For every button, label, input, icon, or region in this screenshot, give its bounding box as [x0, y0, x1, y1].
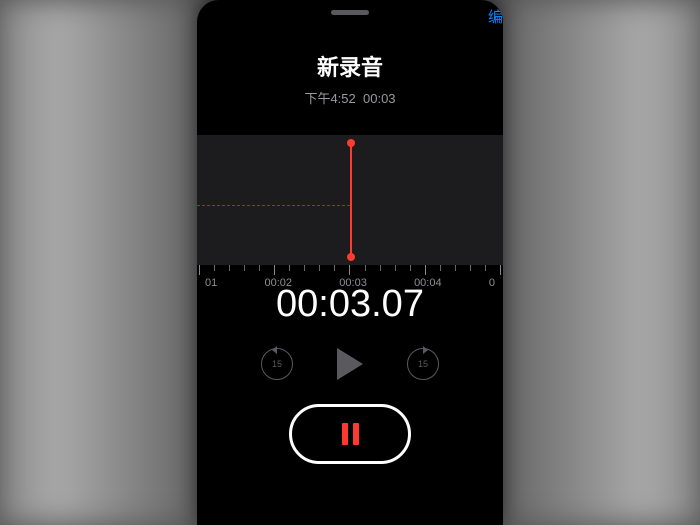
edit-button[interactable]: 编辑: [488, 6, 503, 27]
playback-controls: 15 15: [197, 348, 503, 380]
play-button[interactable]: [337, 348, 363, 380]
tick-label: 0: [489, 277, 495, 289]
pause-record-button[interactable]: [289, 404, 411, 464]
recording-title: 新录音: [197, 50, 503, 82]
tick-label: 01: [205, 277, 217, 289]
skip-forward-button[interactable]: 15: [407, 348, 439, 380]
waveform-trace: [197, 205, 350, 206]
time-ruler: 01 00:02 00:03 00:04 0: [197, 265, 503, 295]
skip-back-button[interactable]: 15: [261, 348, 293, 380]
tick-label: 00:02: [265, 277, 293, 289]
tick-label: 00:04: [414, 277, 442, 289]
playhead-handle-top[interactable]: [347, 139, 355, 147]
recording-duration: 00:03: [363, 91, 396, 106]
playhead-handle-bottom[interactable]: [347, 253, 355, 261]
recorder-sheet: 编辑 新录音 下午4:52 00:03 01 00:02 00:03 00:04…: [197, 0, 503, 525]
skip-forward-seconds: 15: [418, 359, 428, 369]
record-control-row: [197, 404, 503, 464]
ruler-labels: 01 00:02 00:03 00:04 0: [197, 277, 503, 289]
rewind-arrow-icon: [272, 346, 277, 354]
forward-arrow-icon: [423, 346, 428, 354]
skip-back-seconds: 15: [272, 359, 282, 369]
ruler-ticks: [197, 265, 503, 275]
pause-icon-bar: [353, 423, 359, 445]
tick-label: 00:03: [339, 277, 367, 289]
playhead[interactable]: [350, 141, 352, 259]
waveform[interactable]: [197, 135, 503, 265]
time-of-day: 下午4:52: [304, 91, 355, 106]
recording-subtitle: 下午4:52 00:03: [197, 88, 503, 107]
pause-icon-bar: [342, 423, 348, 445]
sheet-grabber[interactable]: [331, 10, 369, 15]
